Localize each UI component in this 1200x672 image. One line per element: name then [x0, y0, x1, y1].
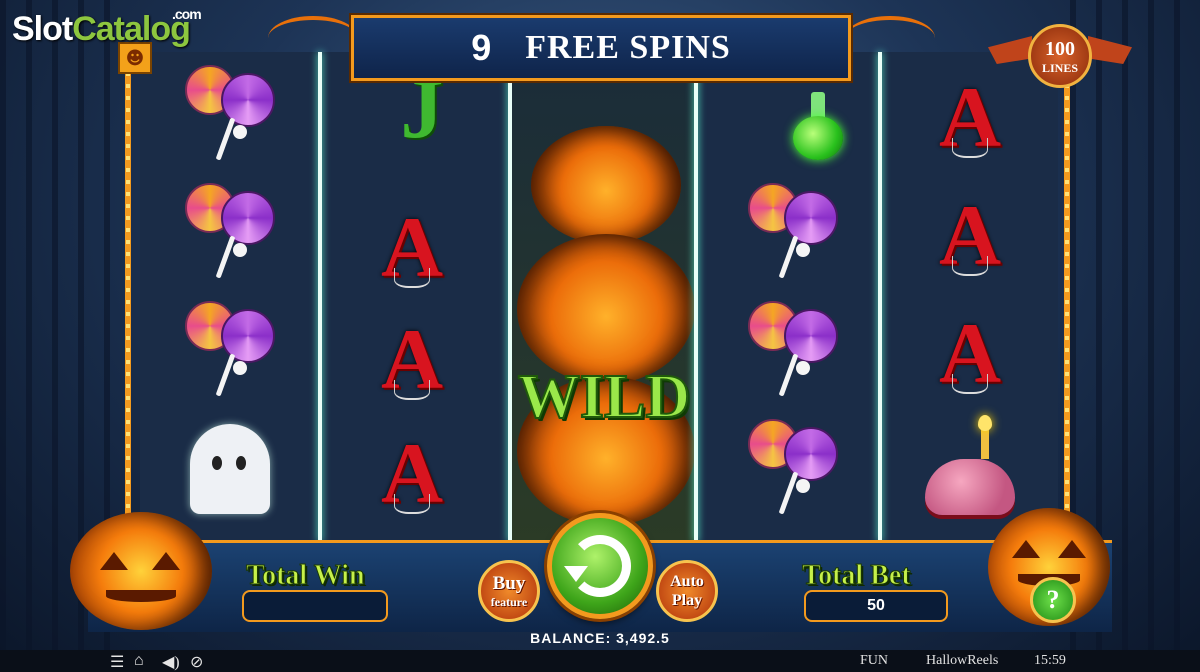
- auto-play-label-1: Auto: [670, 572, 704, 590]
- buy-feature-label-1: Buy: [492, 573, 526, 594]
- spin-arrow-icon: [564, 535, 631, 597]
- buy-feature-label-2: feature: [490, 595, 528, 609]
- menu-icon[interactable]: ☰: [110, 652, 124, 672]
- balance-display: BALANCE: 3,492.5: [530, 630, 670, 646]
- reels-frame: [125, 48, 1070, 548]
- total-win-label: Total Win: [246, 560, 366, 592]
- game-mode: FUN: [860, 653, 889, 668]
- auto-play-label-2: Play: [671, 591, 703, 609]
- status-bar: ☰ ⌂ ◀) ⊘ FUN HallowReels 15:59: [0, 650, 1200, 672]
- total-bet-field[interactable]: 50: [804, 590, 948, 622]
- clock-time: 15:59: [1034, 653, 1066, 668]
- lines-count: 100: [1045, 37, 1075, 60]
- game-name: HallowReels: [926, 653, 999, 668]
- home-icon[interactable]: ⌂: [134, 652, 144, 670]
- free-spins-count: 9: [471, 27, 492, 68]
- jack-o-lantern-left-icon: [70, 512, 212, 630]
- help-button[interactable]: ?: [1030, 577, 1076, 623]
- lines-label: LINES: [1041, 60, 1079, 75]
- lines-badge: 100 LINES: [1028, 24, 1092, 88]
- total-win-field: [242, 590, 388, 622]
- free-spins-label: FREE SPINS: [525, 29, 731, 66]
- sound-icon[interactable]: ◀): [162, 652, 180, 672]
- turbo-icon[interactable]: ⊘: [190, 652, 203, 672]
- total-bet-label: Total Bet: [802, 560, 912, 592]
- buy-feature-button[interactable]: Buy feature: [478, 560, 540, 622]
- auto-play-button[interactable]: Auto Play: [656, 560, 718, 622]
- spin-button[interactable]: [547, 513, 653, 619]
- swirl-ornament-right: [845, 16, 935, 60]
- swirl-ornament-left: [268, 16, 358, 60]
- free-spins-banner: 9 FREE SPINS: [351, 15, 851, 81]
- slotcatalog-watermark: SlotCatalog .com: [12, 6, 202, 48]
